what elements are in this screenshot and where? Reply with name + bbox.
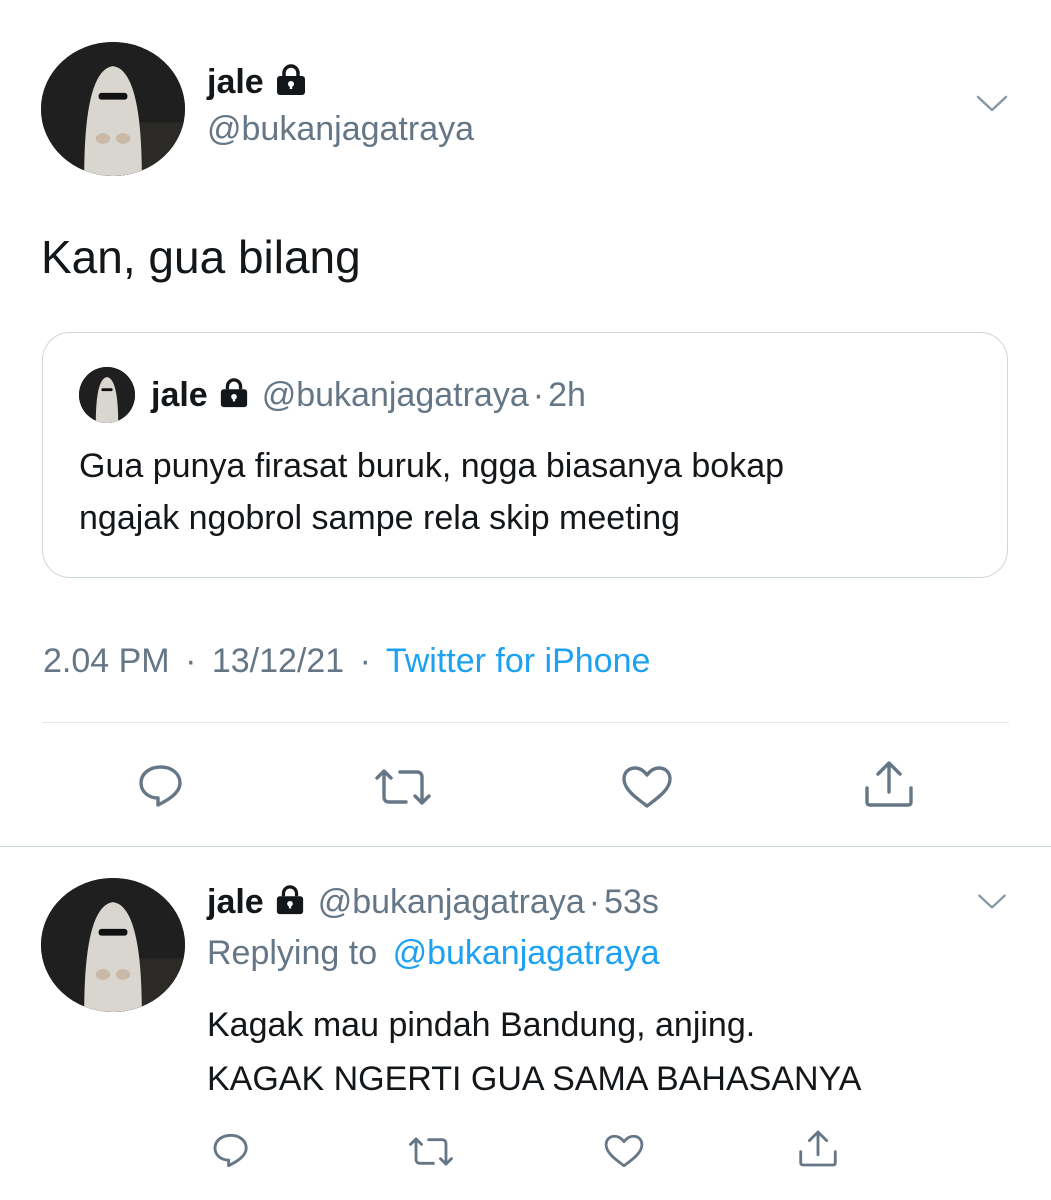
tweet-meta: 2.04 PM · 13/12/21 · Twitter for iPhone [43, 642, 650, 681]
quoted-time: 2h [548, 375, 586, 414]
chevron-down-icon[interactable] [975, 93, 1009, 115]
avatar[interactable] [41, 42, 185, 176]
display-name[interactable]: jale [207, 63, 264, 102]
avatar-image [41, 878, 185, 1012]
quoted-avatar [79, 367, 135, 423]
reply-icon[interactable] [136, 763, 186, 809]
replying-to-handle[interactable]: @bukanjagatraya [393, 934, 660, 972]
heart-icon[interactable] [620, 764, 674, 810]
reply-avatar[interactable] [41, 878, 185, 1012]
tweet-text: Kan, gua bilang [41, 231, 361, 283]
replying-to-label: Replying to [207, 934, 378, 972]
retweet-icon[interactable] [405, 1134, 457, 1169]
share-icon[interactable] [796, 1128, 840, 1169]
reply-display-name[interactable]: jale [207, 883, 264, 922]
tweet-source-link[interactable]: Twitter for iPhone [386, 642, 651, 680]
lock-icon [218, 377, 250, 413]
chevron-down-icon[interactable] [976, 892, 1008, 912]
avatar-image [41, 42, 185, 176]
replying-to: Replying to @bukanjagatraya [207, 934, 660, 973]
reply-text-line-2: KAGAK NGERTI GUA SAMA BAHASANYA [207, 1060, 862, 1098]
separator-dot: · [185, 642, 197, 680]
reply-time: 53s [604, 882, 659, 921]
quoted-text-line-1: Gua punya firasat buruk, ngga biasanya b… [79, 447, 785, 485]
share-icon[interactable] [861, 758, 917, 810]
separator-dot: · [532, 375, 545, 414]
divider [42, 722, 1009, 723]
quoted-text-line-2: ngajak ngobrol sampe rela skip meeting [79, 499, 681, 537]
quoted-display-name: jale [151, 375, 208, 414]
quoted-handle: @bukanjagatraya [261, 375, 529, 414]
separator-dot: · [588, 882, 601, 921]
lock-icon [274, 63, 308, 101]
separator-dot: · [359, 642, 371, 680]
heart-icon[interactable] [603, 1133, 645, 1169]
retweet-icon[interactable] [370, 765, 436, 809]
reply-text-line-1: Kagak mau pindah Bandung, anjing. [207, 1006, 756, 1044]
tweet-time: 2.04 PM [43, 642, 170, 680]
reply-handle[interactable]: @bukanjagatraya [318, 883, 585, 922]
quoted-tweet[interactable]: jale @bukanjagatraya · 2h Gua punya fira… [42, 332, 1008, 578]
handle[interactable]: @bukanjagatraya [207, 110, 474, 149]
lock-icon [274, 884, 306, 920]
reply-icon[interactable] [211, 1132, 251, 1169]
section-divider [0, 846, 1051, 847]
tweet-date: 13/12/21 [211, 642, 345, 680]
